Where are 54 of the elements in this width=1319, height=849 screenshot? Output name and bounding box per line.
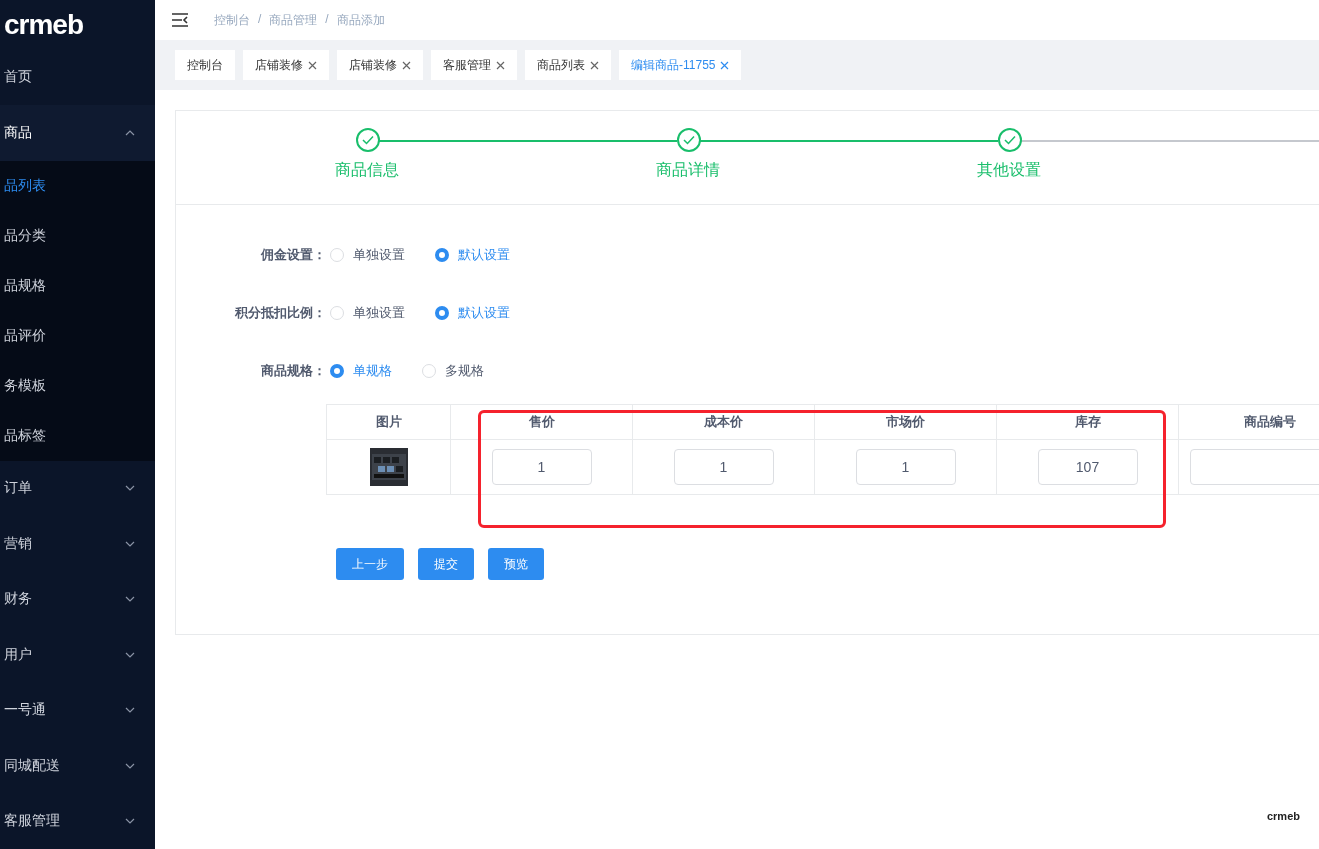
sidebar-item[interactable]: 用户: [0, 627, 155, 683]
input-field[interactable]: 1: [673, 449, 774, 485]
breadcrumb-separator: /: [258, 11, 262, 28]
radio-option[interactable]: 单独设置: [330, 245, 405, 264]
column-header: 市场价: [815, 405, 997, 440]
page-tab[interactable]: 商品列表: [525, 50, 611, 80]
column-header: 成本价: [633, 405, 815, 440]
column-header: 图片: [327, 405, 451, 440]
input-field[interactable]: 1: [491, 449, 592, 485]
breadcrumb-separator: /: [325, 11, 329, 28]
sidebar-subitem[interactable]: 务模板: [0, 360, 155, 411]
page-tab[interactable]: 店铺装修: [337, 50, 423, 80]
column-header: 售价: [451, 405, 633, 440]
radio-option[interactable]: 单规格: [330, 361, 392, 380]
sidebar-subitem[interactable]: 品列表: [0, 160, 155, 211]
footer-logo: crmeb: [1266, 810, 1300, 822]
sidebar-item[interactable]: 客服管理: [0, 793, 155, 849]
step-label: 商品信息: [335, 160, 399, 180]
page-tab[interactable]: 控制台: [175, 50, 235, 80]
sidebar-item[interactable]: 首页: [0, 49, 155, 106]
step-label: 商品详情: [656, 160, 720, 180]
menu-icon[interactable]: [172, 13, 188, 27]
sidebar-subitem[interactable]: 品标签: [0, 410, 155, 461]
input-field[interactable]: 1: [855, 449, 956, 485]
form-label: 佣金设置：: [259, 245, 327, 264]
radio-option[interactable]: 默认设置: [435, 303, 510, 322]
close-icon[interactable]: [402, 60, 411, 70]
form-label: 商品规格：: [260, 361, 327, 380]
close-icon[interactable]: [590, 60, 599, 70]
close-icon[interactable]: [720, 60, 730, 70]
column-header: 商品编号: [1179, 405, 1319, 440]
close-icon[interactable]: [308, 60, 317, 70]
step-label: 其他设置: [977, 160, 1041, 180]
sidebar-item[interactable]: 订单: [0, 460, 155, 517]
page-tab[interactable]: 店铺装修: [243, 50, 329, 80]
logo: crmeb: [4, 7, 85, 42]
column-header: 库存: [997, 405, 1179, 440]
sidebar-subitem[interactable]: 品评价: [0, 310, 155, 361]
close-icon[interactable]: [496, 60, 505, 70]
sidebar-item[interactable]: 营销: [0, 516, 155, 572]
radio-option[interactable]: 单独设置: [330, 303, 405, 322]
form-label: 积分抵扣比例：: [234, 303, 327, 322]
sidebar-subitem[interactable]: 品规格: [0, 260, 155, 311]
sidebar-subitem[interactable]: 品分类: [0, 210, 155, 261]
input-field[interactable]: 107: [1037, 449, 1138, 485]
sidebar-item[interactable]: 商品: [0, 105, 155, 161]
sidebar-item[interactable]: 财务: [0, 571, 155, 628]
page-tab[interactable]: 客服管理: [431, 50, 517, 80]
page-tab[interactable]: 编辑商品-11755: [619, 50, 742, 80]
input-field[interactable]: [1189, 449, 1319, 485]
radio-option[interactable]: 多规格: [422, 361, 484, 380]
radio-option[interactable]: 默认设置: [435, 245, 510, 264]
sidebar-item[interactable]: 一号通: [0, 682, 155, 739]
sidebar-item[interactable]: 同城配送: [0, 738, 155, 794]
